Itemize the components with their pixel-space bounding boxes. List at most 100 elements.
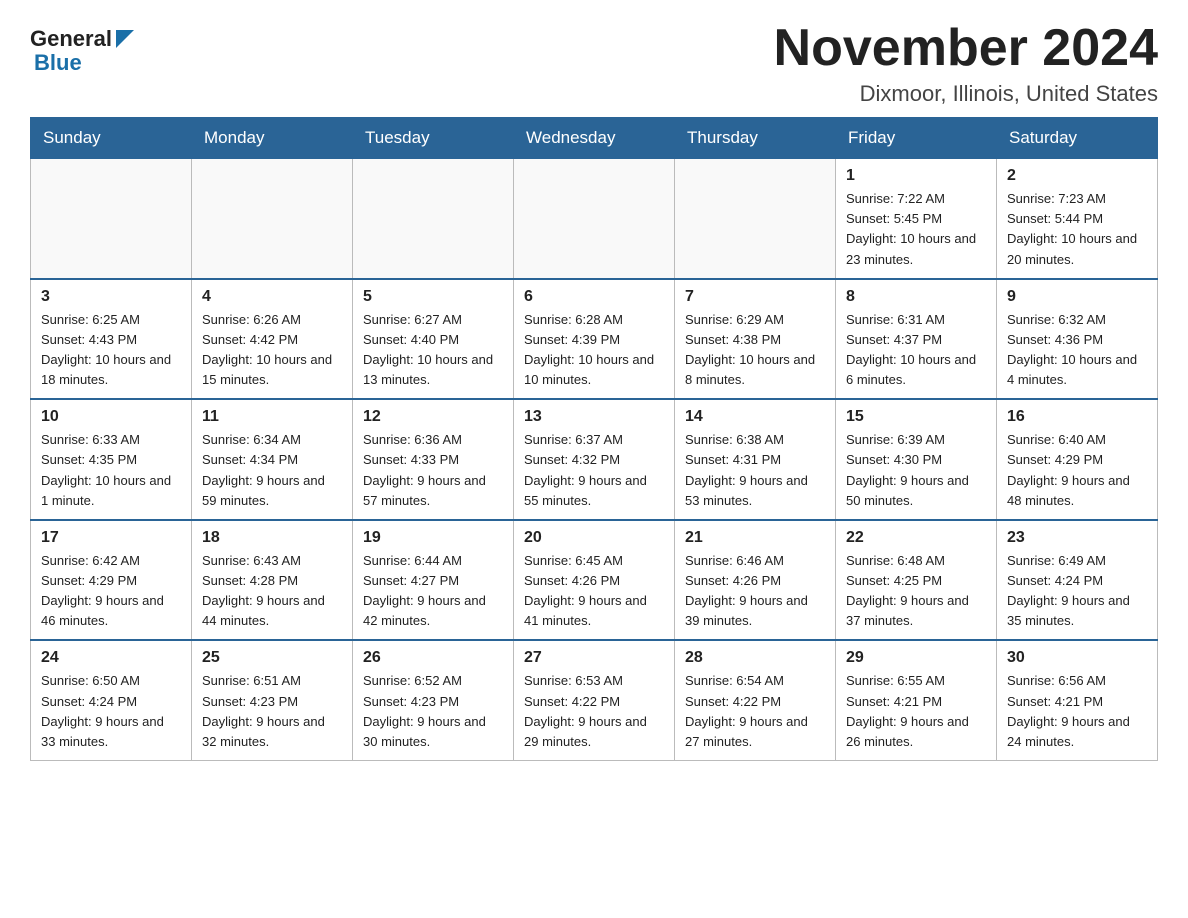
title-block: November 2024 Dixmoor, Illinois, United …: [774, 20, 1158, 107]
calendar-cell: 21 Sunrise: 6:46 AMSunset: 4:26 PMDayligh…: [675, 520, 836, 641]
sun-info: Sunrise: 6:56 AMSunset: 4:21 PMDaylight:…: [1007, 671, 1147, 752]
calendar-cell: 8 Sunrise: 6:31 AMSunset: 4:37 PMDaylight…: [836, 279, 997, 400]
sun-info: Sunrise: 6:26 AMSunset: 4:42 PMDaylight:…: [202, 310, 342, 391]
sun-info: Sunrise: 6:51 AMSunset: 4:23 PMDaylight:…: [202, 671, 342, 752]
day-number: 27: [524, 649, 664, 667]
calendar-cell: 25 Sunrise: 6:51 AMSunset: 4:23 PMDayligh…: [192, 640, 353, 760]
sun-info: Sunrise: 6:38 AMSunset: 4:31 PMDaylight:…: [685, 430, 825, 511]
calendar-cell: 15 Sunrise: 6:39 AMSunset: 4:30 PMDayligh…: [836, 399, 997, 520]
day-number: 12: [363, 408, 503, 426]
week-row-4: 17Sunrise: 6:42 AMSunset: 4:29 PMDayligh…: [31, 520, 1158, 641]
sun-info: Sunrise: 6:40 AMSunset: 4:29 PMDaylight:…: [1007, 430, 1147, 511]
day-number: 4: [202, 288, 342, 306]
sun-info: Sunrise: 6:44 AMSunset: 4:27 PMDaylight:…: [363, 551, 503, 632]
calendar-cell: 2Sunrise: 7:23 AMSunset: 5:44 PMDaylight…: [997, 159, 1158, 279]
day-number: 2: [1007, 167, 1147, 185]
weekday-header-sunday: Sunday: [31, 118, 192, 159]
logo-general: General: [30, 28, 112, 50]
day-number: 15: [846, 408, 986, 426]
sun-info: Sunrise: 6:37 AMSunset: 4:32 PMDaylight:…: [524, 430, 664, 511]
day-number: 6: [524, 288, 664, 306]
calendar-cell: 22Sunrise: 6:48 AMSunset: 4:25 PMDayligh…: [836, 520, 997, 641]
weekday-header-saturday: Saturday: [997, 118, 1158, 159]
sun-info: Sunrise: 6:54 AMSunset: 4:22 PMDaylight:…: [685, 671, 825, 752]
day-number: 7: [685, 288, 825, 306]
calendar-cell: 6 Sunrise: 6:28 AMSunset: 4:39 PMDaylight…: [514, 279, 675, 400]
day-number: 11: [202, 408, 342, 426]
calendar-cell: 5Sunrise: 6:27 AMSunset: 4:40 PMDaylight…: [353, 279, 514, 400]
calendar-cell: [675, 159, 836, 279]
calendar-cell: [353, 159, 514, 279]
day-number: 16: [1007, 408, 1147, 426]
sun-info: Sunrise: 6:31 AMSunset: 4:37 PMDaylight:…: [846, 310, 986, 391]
page-header: General Blue November 2024 Dixmoor, Illi…: [30, 20, 1158, 107]
sun-info: Sunrise: 6:53 AMSunset: 4:22 PMDaylight:…: [524, 671, 664, 752]
month-title: November 2024: [774, 20, 1158, 77]
week-row-5: 24Sunrise: 6:50 AMSunset: 4:24 PMDayligh…: [31, 640, 1158, 760]
calendar-cell: 20Sunrise: 6:45 AMSunset: 4:26 PMDayligh…: [514, 520, 675, 641]
weekday-header-friday: Friday: [836, 118, 997, 159]
calendar-cell: [31, 159, 192, 279]
day-number: 18: [202, 529, 342, 547]
day-number: 1: [846, 167, 986, 185]
day-number: 8: [846, 288, 986, 306]
sun-info: Sunrise: 6:36 AMSunset: 4:33 PMDaylight:…: [363, 430, 503, 511]
day-number: 29: [846, 649, 986, 667]
day-number: 21: [685, 529, 825, 547]
sun-info: Sunrise: 6:43 AMSunset: 4:28 PMDaylight:…: [202, 551, 342, 632]
day-number: 20: [524, 529, 664, 547]
sun-info: Sunrise: 6:28 AMSunset: 4:39 PMDaylight:…: [524, 310, 664, 391]
weekday-header-monday: Monday: [192, 118, 353, 159]
week-row-2: 3 Sunrise: 6:25 AMSunset: 4:43 PMDaylight…: [31, 279, 1158, 400]
sun-info: Sunrise: 6:39 AMSunset: 4:30 PMDaylight:…: [846, 430, 986, 511]
calendar-cell: 24Sunrise: 6:50 AMSunset: 4:24 PMDayligh…: [31, 640, 192, 760]
calendar-cell: 13Sunrise: 6:37 AMSunset: 4:32 PMDayligh…: [514, 399, 675, 520]
calendar-cell: 27 Sunrise: 6:53 AMSunset: 4:22 PMDayligh…: [514, 640, 675, 760]
day-number: 28: [685, 649, 825, 667]
day-number: 19: [363, 529, 503, 547]
calendar-cell: [192, 159, 353, 279]
sun-info: Sunrise: 6:34 AMSunset: 4:34 PMDaylight:…: [202, 430, 342, 511]
weekday-header-row: SundayMondayTuesdayWednesdayThursdayFrid…: [31, 118, 1158, 159]
sun-info: Sunrise: 6:42 AMSunset: 4:29 PMDaylight:…: [41, 551, 181, 632]
logo: General Blue: [30, 28, 136, 76]
sun-info: Sunrise: 6:46 AMSunset: 4:26 PMDaylight:…: [685, 551, 825, 632]
calendar-table: SundayMondayTuesdayWednesdayThursdayFrid…: [30, 117, 1158, 761]
calendar-cell: 19 Sunrise: 6:44 AMSunset: 4:27 PMDayligh…: [353, 520, 514, 641]
calendar-cell: 30 Sunrise: 6:56 AMSunset: 4:21 PMDayligh…: [997, 640, 1158, 760]
day-number: 3: [41, 288, 181, 306]
day-number: 24: [41, 649, 181, 667]
weekday-header-thursday: Thursday: [675, 118, 836, 159]
sun-info: Sunrise: 6:33 AMSunset: 4:35 PMDaylight:…: [41, 430, 181, 511]
sun-info: Sunrise: 6:29 AMSunset: 4:38 PMDaylight:…: [685, 310, 825, 391]
calendar-cell: 9 Sunrise: 6:32 AMSunset: 4:36 PMDaylight…: [997, 279, 1158, 400]
sun-info: Sunrise: 7:22 AMSunset: 5:45 PMDaylight:…: [846, 189, 986, 270]
day-number: 14: [685, 408, 825, 426]
calendar-cell: 10Sunrise: 6:33 AMSunset: 4:35 PMDayligh…: [31, 399, 192, 520]
calendar-cell: 4 Sunrise: 6:26 AMSunset: 4:42 PMDaylight…: [192, 279, 353, 400]
weekday-header-wednesday: Wednesday: [514, 118, 675, 159]
logo-arrow-icon: [114, 28, 136, 50]
calendar-cell: 7 Sunrise: 6:29 AMSunset: 4:38 PMDaylight…: [675, 279, 836, 400]
calendar-cell: 18 Sunrise: 6:43 AMSunset: 4:28 PMDayligh…: [192, 520, 353, 641]
day-number: 23: [1007, 529, 1147, 547]
day-number: 25: [202, 649, 342, 667]
calendar-cell: 17Sunrise: 6:42 AMSunset: 4:29 PMDayligh…: [31, 520, 192, 641]
day-number: 30: [1007, 649, 1147, 667]
calendar-cell: 26Sunrise: 6:52 AMSunset: 4:23 PMDayligh…: [353, 640, 514, 760]
day-number: 22: [846, 529, 986, 547]
sun-info: Sunrise: 6:25 AMSunset: 4:43 PMDaylight:…: [41, 310, 181, 391]
day-number: 5: [363, 288, 503, 306]
sun-info: Sunrise: 6:52 AMSunset: 4:23 PMDaylight:…: [363, 671, 503, 752]
location: Dixmoor, Illinois, United States: [774, 81, 1158, 107]
calendar-cell: 3 Sunrise: 6:25 AMSunset: 4:43 PMDaylight…: [31, 279, 192, 400]
calendar-cell: 14 Sunrise: 6:38 AMSunset: 4:31 PMDayligh…: [675, 399, 836, 520]
calendar-cell: 23Sunrise: 6:49 AMSunset: 4:24 PMDayligh…: [997, 520, 1158, 641]
sun-info: Sunrise: 6:32 AMSunset: 4:36 PMDaylight:…: [1007, 310, 1147, 391]
calendar-cell: 28 Sunrise: 6:54 AMSunset: 4:22 PMDayligh…: [675, 640, 836, 760]
day-number: 9: [1007, 288, 1147, 306]
calendar-cell: [514, 159, 675, 279]
calendar-cell: 1 Sunrise: 7:22 AMSunset: 5:45 PMDaylight…: [836, 159, 997, 279]
calendar-cell: 11 Sunrise: 6:34 AMSunset: 4:34 PMDayligh…: [192, 399, 353, 520]
logo-blue: Blue: [34, 50, 82, 76]
